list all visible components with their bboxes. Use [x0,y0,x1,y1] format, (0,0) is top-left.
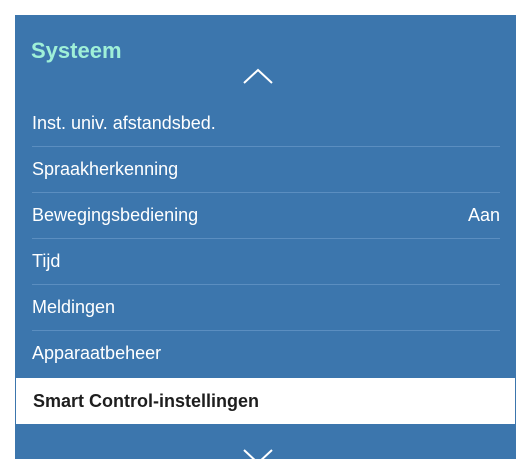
menu-item-apparaatbeheer[interactable]: Apparaatbeheer [15,330,516,376]
menu-item-inst-univ-afstandsbed[interactable]: Inst. univ. afstandsbed. [15,100,516,146]
menu-item-value: Aan [467,205,500,225]
menu-item-spraakherkenning[interactable]: Spraakherkenning [15,146,516,192]
menu-item-tijd[interactable]: Tijd [15,238,516,284]
chevron-down-icon[interactable] [241,448,275,466]
menu-item-smart-control-instellingen[interactable]: Smart Control-instellingen [16,378,515,424]
menu-item-label: Apparaatbeheer [32,343,162,363]
menu-item-label: Inst. univ. afstandsbed. [32,113,216,133]
chevron-up-icon[interactable] [241,67,275,85]
menu-item-meldingen[interactable]: Meldingen [15,284,516,330]
menu-item-label: Meldingen [32,297,116,317]
menu-item-label: Tijd [32,251,61,271]
menu-item-label: Smart Control-instellingen [33,391,260,411]
menu-title: Systeem [31,38,122,63]
menu-item-label: Spraakherkenning [32,159,179,179]
menu-item-bewegingsbediening[interactable]: Bewegingsbediening Aan [15,192,516,238]
menu-list: Inst. univ. afstandsbed. Spraakherkennin… [15,100,516,424]
menu-item-label: Bewegingsbediening [32,205,199,225]
